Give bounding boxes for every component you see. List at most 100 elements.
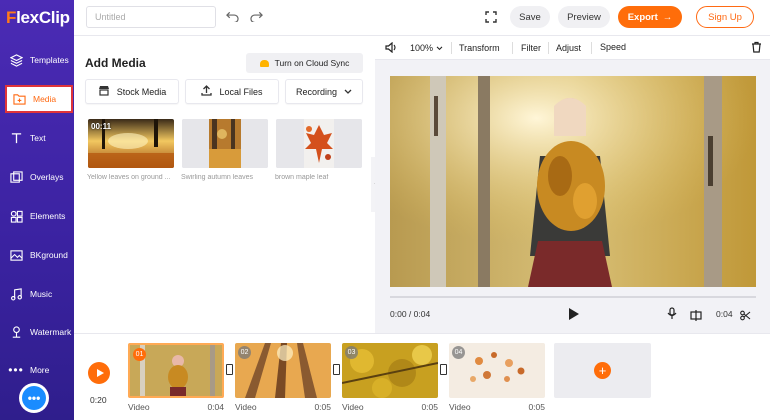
clip-duration: 0:05 (528, 402, 545, 412)
split-icon[interactable] (690, 308, 702, 326)
preview-area: 100% Transform Filter Adjust Speed 0:00 … (375, 36, 770, 333)
undo-icon[interactable] (226, 10, 240, 24)
media-thumbnail-yellow-leaves[interactable]: 00:11 (88, 119, 174, 168)
sidebar-item-label: More (30, 365, 50, 375)
plus-icon: + (594, 362, 611, 379)
clip-type-label: Video (128, 402, 150, 412)
clip-time: 0:04 (716, 309, 733, 319)
current-time: 0:00 / 0:04 (390, 309, 431, 319)
elements-icon (8, 208, 24, 224)
stock-media-button[interactable]: Stock Media (85, 79, 179, 104)
timeline-clip-01[interactable]: 01 (128, 343, 224, 398)
sidebar-item-label: Watermark (30, 327, 72, 337)
timeline-clip-03[interactable]: 03 (342, 343, 438, 398)
clip-duration: 0:04 (207, 402, 224, 412)
cloud-sync-button[interactable]: Turn on Cloud Sync (246, 53, 363, 73)
timeline-play-button[interactable] (88, 362, 110, 384)
local-files-label: Local Files (219, 86, 263, 97)
media-item-label: Yellow leaves on ground ... (87, 174, 171, 181)
volume-icon[interactable] (385, 41, 397, 55)
export-button[interactable]: Export → (618, 6, 682, 28)
chat-bubble-icon: ••• (22, 386, 46, 410)
preview-button[interactable]: Preview (558, 6, 610, 28)
timeline-clip-02[interactable]: 02 (235, 343, 331, 398)
overlays-icon (8, 169, 24, 185)
recording-dropdown[interactable]: Recording (285, 79, 363, 104)
toolbar-divider (591, 42, 592, 54)
scissors-icon[interactable] (740, 308, 751, 326)
sidebar-item-label: Overlays (30, 172, 64, 182)
toolbar-divider (451, 42, 452, 54)
sidebar-item-text[interactable]: Text (4, 124, 74, 152)
sidebar: FlexClip Templates Media Text Overlays E… (0, 0, 74, 420)
sidebar-item-label: Elements (30, 211, 66, 221)
clip-number: 04 (452, 346, 465, 359)
background-icon (8, 247, 24, 263)
microphone-icon[interactable] (667, 307, 677, 325)
project-title-input[interactable]: Untitled (86, 6, 216, 28)
clip-number: 02 (238, 346, 251, 359)
zoom-select[interactable]: 100% (410, 43, 443, 53)
clip-number: 03 (345, 346, 358, 359)
play-icon[interactable] (569, 308, 579, 320)
media-thumbnail-maple-leaf[interactable] (276, 119, 362, 168)
clip-type-label: Video (449, 402, 471, 412)
save-button[interactable]: Save (510, 6, 550, 28)
layers-icon (8, 52, 24, 68)
watermark-icon (8, 324, 24, 340)
edit-toolbar: 100% Transform Filter Adjust Speed (375, 36, 770, 60)
filter-button[interactable]: Filter (521, 43, 541, 53)
media-folder-icon (11, 91, 27, 107)
play-icon (96, 369, 104, 377)
transition-icon[interactable] (440, 364, 447, 375)
arrow-right-icon: → (662, 11, 673, 23)
transition-icon[interactable] (333, 364, 340, 375)
local-files-button[interactable]: Local Files (185, 79, 279, 104)
transition-icon[interactable] (226, 364, 233, 375)
cloud-icon (259, 59, 269, 67)
video-preview[interactable] (390, 76, 756, 287)
media-item-label: brown maple leaf (275, 174, 329, 181)
add-clip-button[interactable]: + (554, 343, 651, 398)
sidebar-item-label: Music (30, 289, 53, 299)
sidebar-item-watermark[interactable]: Watermark (4, 318, 74, 346)
sidebar-item-label: Templates (30, 55, 69, 65)
recording-label: Recording (295, 86, 338, 97)
stock-media-label: Stock Media (116, 86, 167, 97)
clip-type-label: Video (342, 402, 364, 412)
timeline-clip-04[interactable]: 04 (449, 343, 545, 398)
sidebar-item-overlays[interactable]: Overlays (4, 163, 74, 191)
media-item-label: Swirling autumn leaves (181, 174, 253, 181)
store-icon (98, 85, 110, 99)
adjust-button[interactable]: Adjust (556, 43, 581, 53)
speed-button[interactable]: Speed (600, 42, 626, 52)
toolbar-divider (548, 42, 549, 54)
sidebar-item-bkground[interactable]: BKground (4, 241, 74, 269)
sign-up-button[interactable]: Sign Up (696, 6, 754, 28)
music-icon (8, 286, 24, 302)
redo-icon[interactable] (250, 10, 264, 24)
trash-icon[interactable] (751, 41, 762, 55)
duration-badge: 00:11 (91, 122, 112, 131)
fullscreen-icon[interactable] (485, 10, 499, 24)
transform-button[interactable]: Transform (459, 43, 500, 53)
text-icon (8, 130, 24, 146)
top-bar: Untitled Save Preview Export → Sign Up (74, 0, 770, 36)
help-chat-button[interactable]: ••• (19, 383, 49, 413)
flexclip-logo[interactable]: FlexClip (6, 8, 70, 28)
chevron-down-icon (344, 87, 352, 97)
media-thumbnail-swirling-leaves[interactable] (182, 119, 268, 168)
upload-icon (201, 84, 213, 99)
playback-progress-bar[interactable] (390, 296, 756, 298)
clip-duration: 0:05 (421, 402, 438, 412)
zoom-value: 100% (410, 43, 434, 53)
sidebar-item-label: Text (30, 133, 46, 143)
sidebar-item-elements[interactable]: Elements (4, 202, 74, 230)
sidebar-item-label: Media (33, 94, 57, 104)
sidebar-item-music[interactable]: Music (4, 280, 74, 308)
media-panel: Add Media Turn on Cloud Sync Stock Media… (74, 36, 374, 333)
sidebar-item-media[interactable]: Media (5, 85, 73, 113)
sidebar-item-more[interactable]: ••• More (4, 356, 74, 384)
sidebar-item-templates[interactable]: Templates (4, 46, 74, 74)
clip-type-label: Video (235, 402, 257, 412)
